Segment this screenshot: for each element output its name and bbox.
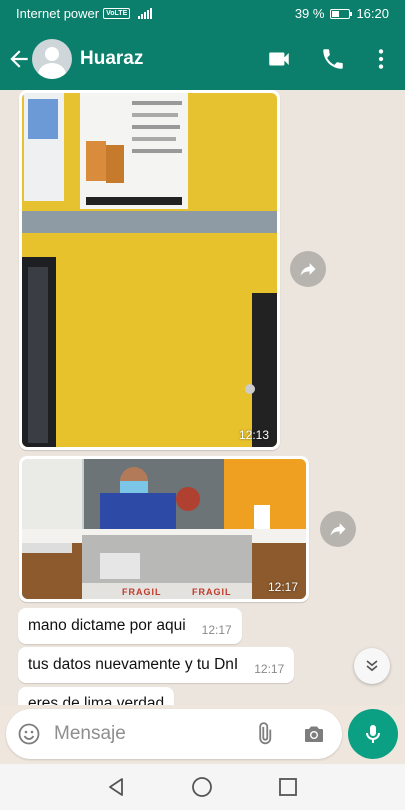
volte-badge: VoLTE xyxy=(103,8,131,19)
message-input[interactable] xyxy=(54,721,234,747)
forward-icon xyxy=(300,263,316,276)
mic-button[interactable] xyxy=(348,709,398,759)
photo-label: FRAGIL xyxy=(122,587,162,597)
message-text: tus datos nuevamente y tu DnI xyxy=(28,656,239,673)
system-nav-bar xyxy=(0,764,405,810)
back-button[interactable] xyxy=(6,46,32,72)
message-time: 12:17 xyxy=(267,580,298,594)
emoji-button[interactable] xyxy=(17,722,41,746)
forward-button[interactable] xyxy=(290,251,326,287)
video-call-button[interactable] xyxy=(266,46,292,72)
photo[interactable]: FRAGIL FRAGIL 12:17 xyxy=(22,459,306,599)
chat-area[interactable]: 12:13 FRAGIL FRAGIL 12:17 mano dictame p… xyxy=(0,90,405,705)
camera-button[interactable] xyxy=(302,722,326,746)
mic-icon xyxy=(366,725,380,743)
scroll-down-button[interactable] xyxy=(354,648,390,684)
clock: 16:20 xyxy=(356,6,389,21)
photo[interactable]: 12:13 xyxy=(22,93,277,447)
nav-back-button[interactable] xyxy=(105,776,127,798)
composer xyxy=(6,709,342,759)
battery-icon xyxy=(330,8,353,19)
image-message[interactable]: 12:13 xyxy=(19,90,280,450)
emoji-icon xyxy=(18,723,40,745)
message-time: 12:17 xyxy=(201,623,232,637)
nav-recents-button[interactable] xyxy=(277,776,299,798)
phone-icon xyxy=(323,49,343,69)
videocam-icon xyxy=(269,52,289,66)
contact-name[interactable]: Huaraz xyxy=(80,48,143,70)
text-message[interactable]: mano dictame por aqui 12:17 xyxy=(18,608,242,644)
status-bar: Internet power VoLTE 39 % 16:20 xyxy=(0,0,405,28)
text-message[interactable]: eres de lima verdad xyxy=(18,687,175,705)
carrier-name: Internet power xyxy=(16,6,100,21)
camera-icon xyxy=(305,726,323,742)
square-recents-icon xyxy=(279,778,297,796)
chat-header: Huaraz xyxy=(0,28,405,90)
status-right: 39 % 16:20 xyxy=(295,6,389,21)
forward-button[interactable] xyxy=(320,511,356,547)
triangle-back-icon xyxy=(109,778,123,796)
nav-home-button[interactable] xyxy=(191,776,213,798)
arrow-left-icon xyxy=(10,50,28,68)
message-text: eres de lima verdad xyxy=(28,695,165,705)
more-options-button[interactable] xyxy=(368,46,394,72)
battery-percent: 39 % xyxy=(294,6,325,21)
signal-icon xyxy=(138,8,153,19)
message-time: 12:17 xyxy=(254,662,285,676)
message-text: mano dictame por aqui xyxy=(28,617,186,634)
message-time: 12:13 xyxy=(238,428,269,442)
attach-button[interactable] xyxy=(252,722,276,746)
paperclip-icon xyxy=(259,722,272,745)
voice-call-button[interactable] xyxy=(320,46,346,72)
avatar[interactable] xyxy=(32,39,72,79)
more-vert-icon xyxy=(378,49,384,69)
text-message[interactable]: tus datos nuevamente y tu DnI 12:17 xyxy=(18,647,295,683)
circle-home-icon xyxy=(192,777,212,797)
forward-icon xyxy=(330,523,346,536)
image-message[interactable]: FRAGIL FRAGIL 12:17 xyxy=(19,456,309,602)
chevron-double-down-icon xyxy=(366,660,378,672)
status-left: Internet power VoLTE xyxy=(16,6,153,21)
photo-label: FRAGIL xyxy=(192,587,232,597)
